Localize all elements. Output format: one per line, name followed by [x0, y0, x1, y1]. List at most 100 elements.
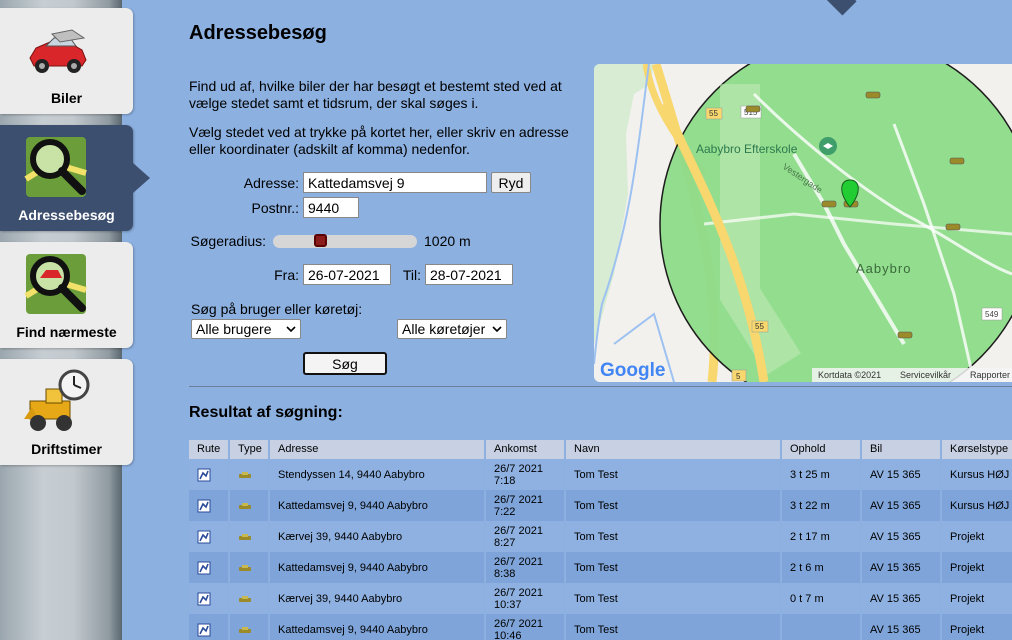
- arrival-date: 26/7 2021: [494, 586, 543, 599]
- col-header-ankomst[interactable]: Ankomst: [486, 440, 564, 459]
- address-input[interactable]: [303, 172, 487, 193]
- cell-address: Kærvej 39, 9440 Aabybro: [270, 583, 484, 614]
- arrival-date: 26/7 2021: [494, 462, 543, 475]
- arrival-time: 7:22: [494, 505, 516, 518]
- col-header-bil[interactable]: Bil: [862, 440, 940, 459]
- cell-car: AV 15 365: [862, 614, 940, 640]
- nav-item-find-naermeste[interactable]: Find nærmeste: [0, 242, 133, 348]
- car-icon: [239, 595, 251, 602]
- route-icon[interactable]: [197, 468, 211, 482]
- route-icon[interactable]: [197, 623, 211, 637]
- cell-stay: 2 t 17 m: [782, 521, 860, 552]
- table-header: Rute Type Adresse Ankomst Navn Ophold Bi…: [189, 440, 1012, 459]
- cell-address: Kattedamsvej 9, 9440 Aabybro: [270, 614, 484, 640]
- map-terms-link[interactable]: Servicevilkår: [900, 370, 951, 380]
- cell-trip-type: Projekt: [942, 614, 1012, 640]
- cell-car: AV 15 365: [862, 583, 940, 614]
- radius-value: 1020 m: [424, 233, 471, 249]
- cell-arrival: 26/7 2021 10:37: [486, 583, 564, 614]
- col-header-rute[interactable]: Rute: [189, 440, 228, 459]
- cell-trip-type: Projekt: [942, 552, 1012, 583]
- route-icon[interactable]: [197, 592, 211, 606]
- route-icon[interactable]: [197, 499, 211, 513]
- cell-stay: 2 t 6 m: [782, 552, 860, 583]
- table-row[interactable]: Stendyssen 14, 9440 Aabybro 26/7 2021 7:1…: [189, 459, 1012, 490]
- zip-input[interactable]: [303, 197, 359, 218]
- col-header-navn[interactable]: Navn: [566, 440, 780, 459]
- col-header-korselstype[interactable]: Kørselstype: [942, 440, 1012, 459]
- intro-text: Find ud af, hvilke biler der har besøgt …: [189, 78, 562, 111]
- col-header-adresse[interactable]: Adresse: [270, 440, 484, 459]
- nav-label-driftstimer: Driftstimer: [31, 441, 102, 457]
- route-icon[interactable]: [197, 561, 211, 575]
- to-date-input[interactable]: [425, 264, 513, 285]
- table-row[interactable]: Kattedamsvej 9, 9440 Aabybro 26/7 2021 10…: [189, 614, 1012, 640]
- cell-rute[interactable]: [189, 552, 228, 583]
- cell-stay: 3 t 25 m: [782, 459, 860, 490]
- nav-label-find-naermeste: Find nærmeste: [16, 324, 117, 340]
- route-icon[interactable]: [197, 530, 211, 544]
- arrival-time: 8:27: [494, 536, 516, 549]
- cell-rute[interactable]: [189, 490, 228, 521]
- search-button[interactable]: Søg: [303, 352, 387, 375]
- road-label-55b: 55: [755, 322, 764, 331]
- cell-rute[interactable]: [189, 614, 228, 640]
- map-report-link[interactable]: Rapporter: [970, 370, 1010, 380]
- road-label-5: 5: [736, 372, 741, 381]
- table-row[interactable]: Kattedamsvej 9, 9440 Aabybro 26/7 2021 7:…: [189, 490, 1012, 521]
- google-logo: Google: [600, 360, 665, 381]
- cell-car: AV 15 365: [862, 459, 940, 490]
- chevron-down-icon: [286, 326, 296, 333]
- arrival-date: 26/7 2021: [494, 617, 543, 630]
- top-notch: [825, 0, 857, 16]
- col-header-ophold[interactable]: Ophold: [782, 440, 860, 459]
- nav-item-adressebesog[interactable]: Adressebesøg: [0, 125, 133, 231]
- map-canvas[interactable]: 515 55 55 549 5 Aabybro Efterskole Veste…: [594, 64, 1012, 382]
- divider: [189, 386, 1012, 387]
- nav-label-adressebesog: Adressebesøg: [18, 207, 115, 223]
- road-label-549: 549: [985, 310, 999, 319]
- vehicle-select[interactable]: Alle køretøjer: [397, 319, 507, 339]
- cell-name: Tom Test: [566, 521, 780, 552]
- radius-slider[interactable]: [273, 235, 417, 248]
- address-label: Adresse:: [243, 175, 299, 191]
- magnifier-car-icon: [24, 254, 87, 314]
- arrival-date: 26/7 2021: [494, 524, 543, 537]
- cell-name: Tom Test: [566, 614, 780, 640]
- map-label-town: Aabybro: [856, 261, 911, 276]
- table-row[interactable]: Kattedamsvej 9, 9440 Aabybro 26/7 2021 8:…: [189, 552, 1012, 583]
- car-icon: [239, 564, 251, 571]
- arrival-date: 26/7 2021: [494, 493, 543, 506]
- table-row[interactable]: Kærvej 39, 9440 Aabybro 26/7 2021 10:37 T…: [189, 583, 1012, 614]
- arrival-time: 10:46: [494, 629, 522, 640]
- cell-type: [230, 521, 268, 552]
- arrival-date: 26/7 2021: [494, 555, 543, 568]
- cell-type: [230, 583, 268, 614]
- cell-car: AV 15 365: [862, 552, 940, 583]
- nav-label-biler: Biler: [50, 90, 83, 106]
- cell-rute[interactable]: [189, 459, 228, 490]
- cell-rute[interactable]: [189, 583, 228, 614]
- from-date-input[interactable]: [303, 264, 391, 285]
- cell-name: Tom Test: [566, 583, 780, 614]
- cell-rute[interactable]: [189, 521, 228, 552]
- cell-address: Kærvej 39, 9440 Aabybro: [270, 521, 484, 552]
- instruction-text: Vælg stedet ved at trykke på kortet her,…: [189, 124, 569, 157]
- nav-item-biler[interactable]: Biler: [0, 8, 133, 114]
- magnifier-map-icon: [24, 137, 87, 197]
- car-icon: [29, 29, 87, 73]
- clear-button[interactable]: Ryd: [491, 172, 531, 193]
- radius-slider-handle[interactable]: [314, 234, 327, 247]
- car-icon: [239, 471, 251, 478]
- cell-type: [230, 459, 268, 490]
- table-row[interactable]: Kærvej 39, 9440 Aabybro 26/7 2021 8:27 To…: [189, 521, 1012, 552]
- cell-arrival: 26/7 2021 8:38: [486, 552, 564, 583]
- user-select[interactable]: Alle brugere: [191, 319, 301, 339]
- chevron-down-icon: [492, 326, 502, 333]
- col-header-type[interactable]: Type: [230, 440, 268, 459]
- nav-item-driftstimer[interactable]: Driftstimer: [0, 359, 133, 465]
- map[interactable]: 515 55 55 549 5 Aabybro Efterskole Veste…: [594, 64, 1012, 382]
- cell-car: AV 15 365: [862, 490, 940, 521]
- arrival-time: 10:37: [494, 598, 522, 611]
- map-label-school: Aabybro Efterskole: [696, 142, 798, 156]
